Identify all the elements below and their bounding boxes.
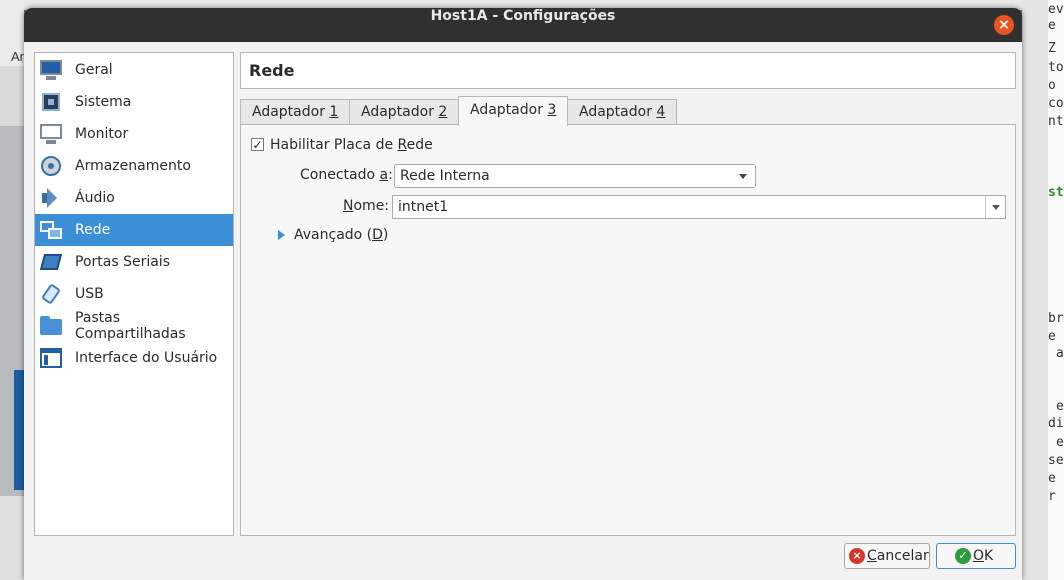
- close-icon[interactable]: ×: [994, 15, 1014, 35]
- background-text-line: Z: [1048, 41, 1056, 56]
- background-text-line: e: [1048, 18, 1056, 33]
- sidebar-item-usb[interactable]: USB: [35, 278, 233, 310]
- sidebar-item-label: Rede: [75, 222, 111, 238]
- tab-adaptador-4[interactable]: Adaptador 4: [567, 99, 678, 125]
- sidebar-item-sistema[interactable]: Sistema: [35, 86, 233, 118]
- speaker-icon: [39, 186, 63, 210]
- name-label: Nome:: [343, 198, 390, 214]
- background-text-line: br: [1048, 311, 1064, 326]
- background-text-line: a: [1056, 346, 1064, 361]
- background-text-line: st: [1048, 185, 1064, 200]
- attached-to-select[interactable]: Rede Interna: [394, 164, 756, 188]
- background-text-line: o: [1048, 78, 1056, 93]
- enable-adapter-label[interactable]: Habilitar Placa de Rede: [270, 137, 433, 153]
- sidebar-item-label: Áudio: [75, 190, 115, 206]
- check-icon: ✓: [955, 548, 971, 564]
- network-icon: [39, 218, 63, 242]
- section-title: Rede: [240, 52, 1016, 89]
- background-text-line: nt: [1048, 114, 1064, 129]
- chevron-down-icon: [992, 205, 1000, 210]
- background-text-line: di: [1048, 416, 1064, 431]
- sidebar-item-interface-do-usuario[interactable]: Interface do Usuário: [35, 342, 233, 374]
- user-interface-icon: [39, 346, 63, 370]
- background-text-line: co: [1048, 96, 1064, 111]
- background-right-window: ev e Z to o co nt st br e a e di e se e …: [1022, 0, 1064, 580]
- sidebar-item-label: Geral: [75, 62, 113, 78]
- sidebar-item-audio[interactable]: Áudio: [35, 182, 233, 214]
- tab-adaptador-3[interactable]: Adaptador 3: [458, 96, 569, 126]
- sidebar-item-label: Pastas Compartilhadas: [75, 310, 186, 342]
- background-left-window: Ar: [0, 0, 24, 580]
- background-selection: [14, 370, 24, 490]
- enable-adapter-checkbox[interactable]: ✓: [251, 138, 264, 151]
- settings-dialog: Host1A - Configurações × Geral Sistema M…: [24, 8, 1022, 580]
- background-gutter: [1022, 0, 1048, 580]
- background-panel: [0, 66, 24, 126]
- chevron-down-icon: [739, 174, 747, 179]
- folder-icon: [39, 314, 63, 338]
- display-icon: [39, 122, 63, 146]
- sidebar-item-rede[interactable]: Rede: [35, 214, 233, 246]
- sidebar-item-label: USB: [75, 286, 104, 302]
- usb-icon: [39, 282, 63, 306]
- dialog-title: Host1A - Configurações: [430, 8, 616, 24]
- background-text-line: e: [1056, 399, 1064, 414]
- chip-icon: [39, 90, 63, 114]
- background-toolbar: [0, 0, 24, 46]
- background-text-line: to: [1048, 60, 1064, 75]
- serial-port-icon: [39, 250, 63, 274]
- background-text-line: e: [1048, 471, 1056, 486]
- ok-button[interactable]: ✓ OK: [936, 543, 1016, 569]
- sidebar-item-portas-seriais[interactable]: Portas Seriais: [35, 246, 233, 278]
- sidebar-item-label: Sistema: [75, 94, 132, 110]
- sidebar-item-label: Portas Seriais: [75, 254, 170, 270]
- disk-icon: [39, 154, 63, 178]
- advanced-toggle[interactable]: Avançado (D): [294, 227, 388, 243]
- sidebar-item-geral[interactable]: Geral: [35, 54, 233, 86]
- tab-adaptador-2[interactable]: Adaptador 2: [349, 99, 460, 125]
- sidebar-item-pastas-compartilhadas[interactable]: Pastas Compartilhadas: [35, 310, 233, 342]
- background-text-line: e: [1048, 329, 1056, 344]
- background-text-line: ev: [1048, 2, 1064, 17]
- cancel-icon: ×: [849, 548, 865, 564]
- dialog-titlebar[interactable]: Host1A - Configurações ×: [24, 8, 1022, 42]
- attached-to-label: Conectado a:: [300, 167, 393, 183]
- background-footer: [0, 496, 24, 580]
- expand-triangle-icon[interactable]: [278, 230, 285, 240]
- sidebar-item-monitor[interactable]: Monitor: [35, 118, 233, 150]
- background-menu-label: Ar: [0, 46, 24, 66]
- background-text-line: e: [1056, 435, 1064, 450]
- sidebar-item-armazenamento[interactable]: Armazenamento: [35, 150, 233, 182]
- network-name-combobox[interactable]: intnet1: [392, 195, 1006, 219]
- network-name-value: intnet1: [398, 199, 449, 215]
- sidebar-item-label: Armazenamento: [75, 158, 191, 174]
- background-text-line: se: [1048, 453, 1064, 468]
- monitor-icon: [39, 58, 63, 82]
- cancel-button[interactable]: × Cancelar: [844, 543, 930, 569]
- attached-to-value: Rede Interna: [400, 168, 490, 184]
- tab-adaptador-1[interactable]: Adaptador 1: [240, 99, 351, 125]
- settings-sidebar: Geral Sistema Monitor Armazenamento Áudi…: [34, 52, 234, 536]
- name-dropdown-button[interactable]: [985, 196, 1005, 218]
- sidebar-item-label: Interface do Usuário: [75, 350, 218, 366]
- sidebar-item-label: Monitor: [75, 126, 129, 142]
- background-text-line: r: [1048, 489, 1056, 504]
